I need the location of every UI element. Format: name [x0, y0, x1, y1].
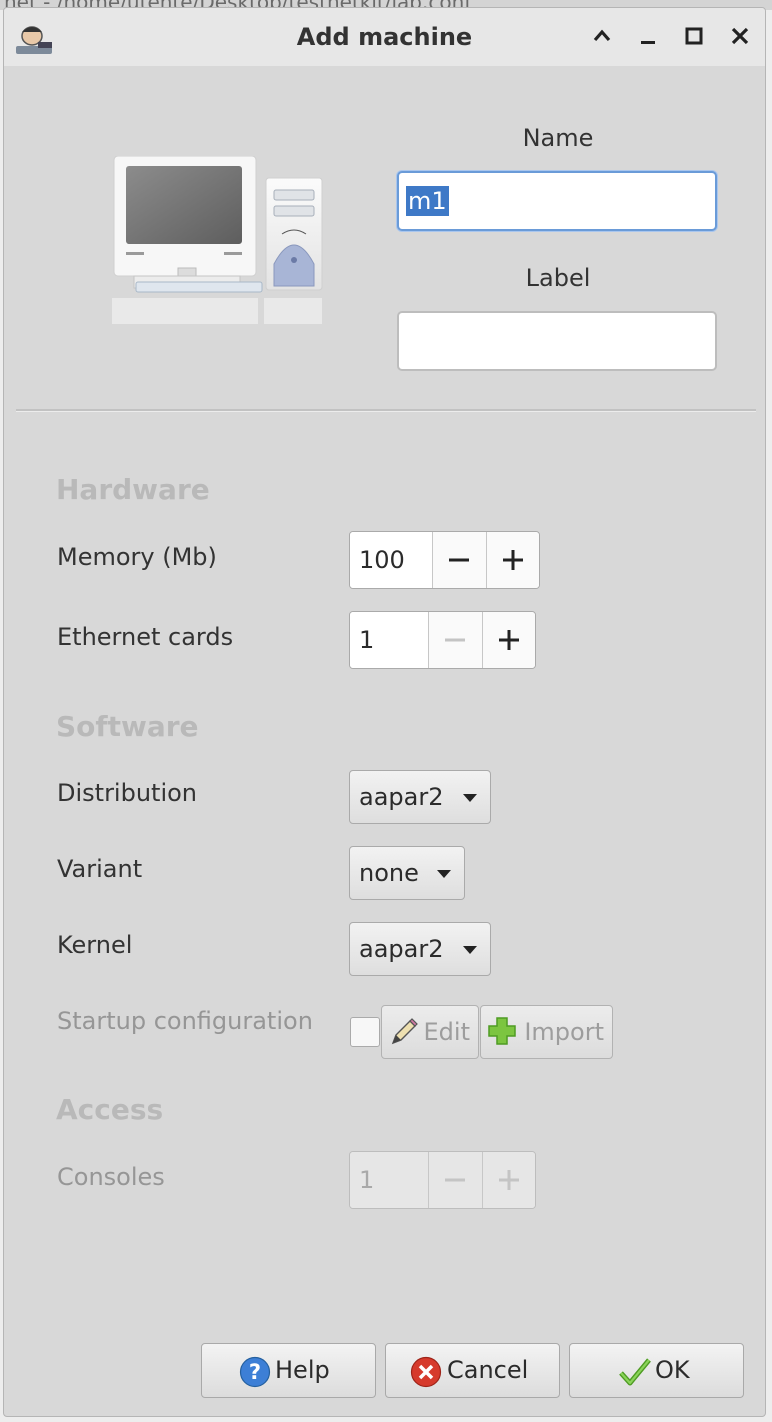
variant-label: Variant	[57, 855, 143, 883]
import-label: Import	[524, 1018, 604, 1046]
label-input[interactable]	[397, 311, 717, 371]
name-input[interactable]: m1	[397, 171, 717, 231]
startup-configuration-label: Startup configuration	[57, 1007, 313, 1035]
cancel-button[interactable]: Cancel	[385, 1343, 560, 1398]
ok-label: OK	[655, 1356, 690, 1384]
dropdown-arrow-icon	[463, 946, 477, 954]
section-access: Access	[56, 1093, 164, 1126]
name-label: Name	[522, 124, 594, 152]
dropdown-arrow-icon	[437, 870, 451, 878]
consoles-spinner[interactable]: 1	[349, 1151, 536, 1209]
name-input-value: m1	[406, 186, 449, 216]
edit-button[interactable]: Edit	[381, 1005, 479, 1059]
plus-icon	[498, 630, 519, 650]
memory-label: Memory (Mb)	[57, 543, 217, 571]
consoles-value[interactable]: 1	[350, 1152, 429, 1208]
memory-increment-button[interactable]	[485, 532, 539, 588]
ethernet-decrement-button[interactable]	[428, 612, 482, 668]
consoles-label: Consoles	[57, 1163, 165, 1191]
shade-button[interactable]	[586, 20, 618, 52]
plus-icon	[498, 1170, 519, 1190]
variant-value: none	[359, 859, 419, 887]
section-hardware: Hardware	[56, 473, 210, 506]
help-label: Help	[275, 1356, 330, 1384]
memory-value[interactable]: 100	[350, 532, 433, 588]
kernel-value: aapar2	[359, 935, 444, 963]
consoles-increment-button[interactable]	[481, 1152, 535, 1208]
svg-text:?: ?	[249, 1360, 261, 1384]
import-button[interactable]: Import	[480, 1005, 613, 1059]
maximize-icon	[685, 27, 703, 45]
ethernet-cards-label: Ethernet cards	[57, 623, 234, 651]
add-machine-dialog: Add machine Name m1 Label Hardware Memor…	[3, 7, 766, 1417]
close-button[interactable]	[724, 20, 756, 52]
plus-icon	[488, 1017, 516, 1045]
maximize-button[interactable]	[678, 20, 710, 52]
label-label: Label	[525, 264, 591, 292]
cancel-label: Cancel	[447, 1356, 529, 1384]
kernel-label: Kernel	[57, 931, 133, 959]
minus-icon	[445, 638, 466, 642]
ethernet-cards-value[interactable]: 1	[350, 612, 429, 668]
minus-icon	[449, 558, 470, 562]
edit-label: Edit	[423, 1018, 470, 1046]
section-software: Software	[56, 710, 199, 743]
computer-illustration-icon	[112, 156, 323, 324]
memory-spinner[interactable]: 100	[349, 531, 540, 589]
memory-decrement-button[interactable]	[432, 532, 486, 588]
cancel-icon	[410, 1356, 442, 1388]
pencil-icon	[391, 1018, 418, 1045]
help-icon: ?	[239, 1356, 271, 1388]
distribution-label: Distribution	[57, 779, 198, 807]
consoles-decrement-button[interactable]	[428, 1152, 482, 1208]
ethernet-cards-spinner[interactable]: 1	[349, 611, 536, 669]
kernel-dropdown[interactable]: aapar2	[349, 922, 491, 976]
startup-configuration-checkbox[interactable]	[350, 1017, 380, 1047]
distribution-dropdown[interactable]: aapar2	[349, 770, 491, 824]
minimize-button[interactable]	[632, 20, 664, 52]
distribution-value: aapar2	[359, 783, 444, 811]
help-button[interactable]: ? Help	[201, 1343, 376, 1398]
ethernet-increment-button[interactable]	[481, 612, 535, 668]
separator	[16, 409, 756, 412]
chevron-up-icon	[593, 29, 611, 42]
plus-icon	[502, 550, 523, 570]
ok-button[interactable]: OK	[569, 1343, 744, 1398]
checkmark-icon	[619, 1358, 651, 1386]
variant-dropdown[interactable]: none	[349, 846, 465, 900]
title-bar[interactable]: Add machine	[4, 8, 765, 66]
minus-icon	[445, 1178, 466, 1182]
minimize-icon	[641, 41, 655, 44]
dropdown-arrow-icon	[463, 794, 477, 802]
close-icon	[731, 27, 749, 45]
